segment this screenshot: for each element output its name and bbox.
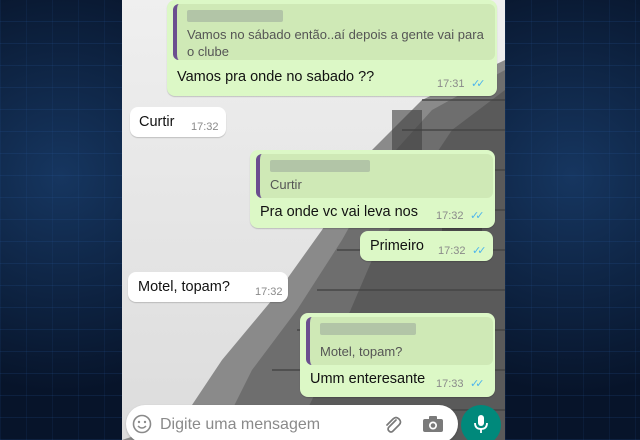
double-check-icon: ✓✓ — [471, 78, 486, 90]
message-text: Vamos pra onde no sabado ?? — [177, 69, 375, 85]
quoted-message[interactable]: Curtir — [256, 154, 493, 198]
message-text: Umm enteresante — [310, 371, 426, 387]
message-bubble-outgoing[interactable]: Primeiro 17:32 ✓✓ — [360, 231, 493, 261]
message-text: Pra onde vc vai leva nos — [260, 204, 418, 220]
voice-message-button[interactable] — [461, 405, 501, 440]
quoted-text: Vamos no sábado então..aí depois a gente… — [187, 27, 484, 59]
message-time: 17:32 — [436, 210, 464, 222]
message-time: 17:33 — [436, 378, 464, 390]
message-bubble-outgoing[interactable]: Motel, topam? Umm enteresante 17:33 ✓✓ — [300, 313, 495, 397]
message-text: Motel, topam? — [138, 279, 230, 295]
emoji-icon[interactable] — [132, 414, 152, 434]
double-check-icon: ✓✓ — [470, 210, 485, 222]
message-time: 17:32 — [255, 286, 283, 298]
quoted-text: Motel, topam? — [320, 344, 403, 359]
message-input-bar[interactable]: Digite uma mensagem — [126, 405, 458, 440]
message-time: 17:32 — [438, 245, 466, 257]
message-text: Curtir — [139, 114, 175, 130]
message-bubble-incoming[interactable]: Curtir 17:32 — [130, 107, 226, 137]
message-time: 17:32 — [191, 121, 219, 133]
quoted-message[interactable]: Vamos no sábado então..aí depois a gente… — [173, 4, 495, 60]
chat-screen: Vamos no sábado então..aí depois a gente… — [122, 0, 505, 440]
double-check-icon: ✓✓ — [470, 378, 485, 390]
quoted-sender-name-redacted — [320, 323, 416, 335]
paperclip-icon[interactable] — [382, 414, 402, 436]
message-input-placeholder[interactable]: Digite uma mensagem — [160, 416, 320, 434]
double-check-icon: ✓✓ — [472, 245, 487, 257]
quoted-sender-name-redacted — [187, 10, 283, 22]
message-bubble-outgoing[interactable]: Curtir Pra onde vc vai leva nos 17:32 ✓✓ — [250, 150, 495, 228]
quoted-message[interactable]: Motel, topam? — [306, 317, 493, 365]
quoted-sender-name-redacted — [270, 160, 370, 172]
message-bubble-incoming[interactable]: Motel, topam? 17:32 — [128, 272, 288, 302]
message-bubble-outgoing[interactable]: Vamos no sábado então..aí depois a gente… — [167, 0, 497, 96]
background-left — [0, 0, 122, 440]
quoted-text: Curtir — [270, 177, 302, 192]
background-right — [505, 0, 640, 440]
microphone-icon — [474, 415, 488, 433]
camera-icon[interactable] — [422, 415, 444, 433]
message-text: Primeiro — [370, 238, 424, 254]
message-time: 17:31 — [437, 78, 465, 90]
